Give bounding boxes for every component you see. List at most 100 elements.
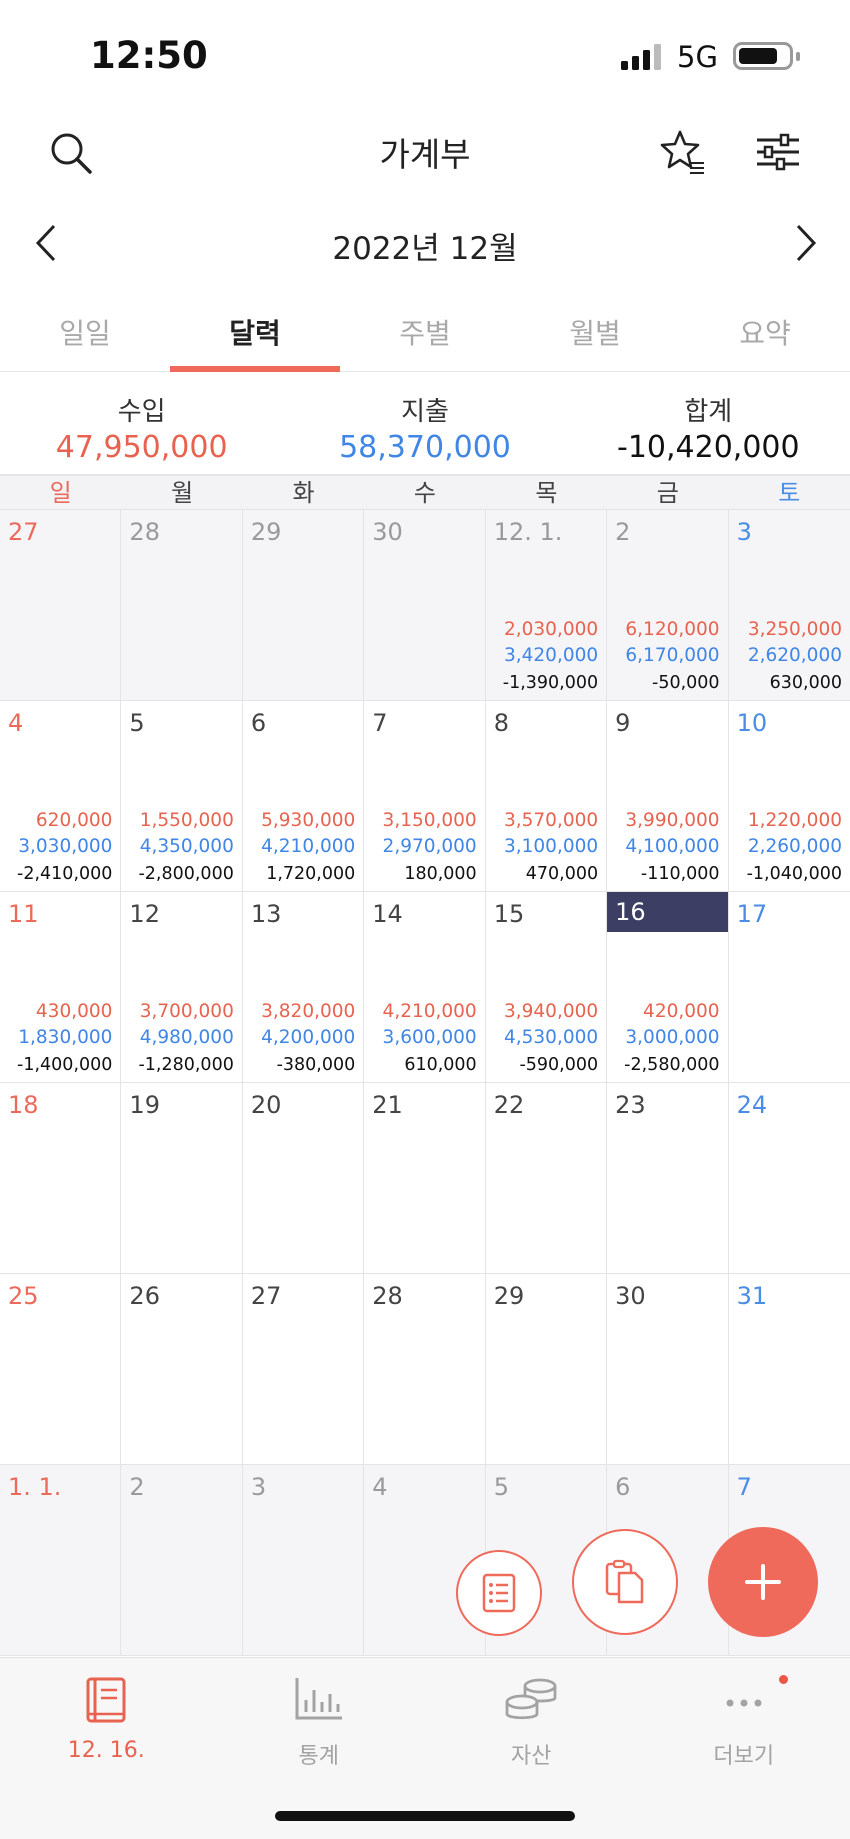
calendar-day[interactable]: 25	[0, 1274, 122, 1465]
calendar-day[interactable]: 14 4,210,000 3,600,000 610,000	[364, 892, 486, 1083]
day-total: -1,400,000	[17, 1054, 113, 1075]
day-total: -2,410,000	[17, 863, 113, 884]
day-amounts: 620,000 3,030,000 -2,410,000	[17, 808, 112, 888]
calendar-day[interactable]: 30	[607, 1274, 729, 1465]
day-number: 27	[8, 518, 39, 546]
calendar-day[interactable]: 5 1,550,000 4,350,000 -2,800,000	[121, 701, 243, 892]
calendar-day[interactable]: 26	[121, 1274, 243, 1465]
nav-more[interactable]: 더보기	[638, 1658, 850, 1839]
next-month-button[interactable]	[786, 221, 826, 265]
calendar-day[interactable]: 20	[242, 1083, 365, 1274]
calendar-day[interactable]: 11 430,000 1,830,000 -1,400,000	[0, 892, 122, 1083]
day-income: 3,570,000	[503, 809, 599, 831]
day-amounts: 3,820,000 4,200,000 -380,000	[261, 999, 355, 1079]
calendar-day[interactable]: 10 1,220,000 2,260,000 -1,040,000	[728, 701, 850, 892]
day-number: 30	[615, 1282, 646, 1310]
day-expense: 4,210,000	[261, 836, 356, 857]
day-number: 19	[129, 1091, 160, 1119]
calendar-day[interactable]: 13 3,820,000 4,200,000 -380,000	[242, 892, 365, 1083]
coins-icon	[505, 1678, 557, 1720]
calendar-day[interactable]: 22	[485, 1083, 608, 1274]
more-dots-icon	[726, 1699, 762, 1707]
nav-assets-label: 자산	[511, 1744, 552, 1769]
calendar-day[interactable]: 28	[364, 1274, 486, 1465]
day-expense: 4,350,000	[139, 836, 234, 857]
day-expense: 4,530,000	[503, 1027, 599, 1048]
day-expense: 3,100,000	[503, 836, 599, 857]
day-amounts: 3,570,000 3,100,000 470,000	[504, 808, 598, 888]
day-income: 3,820,000	[261, 1000, 356, 1022]
nav-ledger[interactable]: 12. 16.	[0, 1658, 213, 1839]
calendar-day[interactable]: 24	[728, 1083, 850, 1274]
day-amounts: 2,030,000 3,420,000 -1,390,000	[503, 617, 598, 697]
filter-settings-button[interactable]	[752, 126, 804, 178]
calendar-day[interactable]: 23	[607, 1083, 729, 1274]
day-number: 6	[615, 1473, 631, 1501]
calendar-day[interactable]: 19	[121, 1083, 243, 1274]
day-number: 4	[8, 709, 24, 737]
tab-daily[interactable]: 일일	[0, 290, 170, 371]
calendar-day[interactable]: 8 3,570,000 3,100,000 470,000	[485, 701, 608, 892]
day-expense: 4,200,000	[261, 1027, 356, 1048]
calendar-day[interactable]: 9 3,990,000 4,100,000 -110,000	[607, 701, 729, 892]
day-income: 3,940,000	[503, 1000, 599, 1022]
calendar-day[interactable]: 2	[121, 1465, 243, 1656]
favorites-button[interactable]	[658, 126, 710, 178]
day-number: 3	[250, 1473, 267, 1501]
copy-button[interactable]	[572, 1529, 678, 1635]
calendar-day[interactable]: 12. 1. 2,030,000 3,420,000 -1,390,000	[485, 510, 608, 701]
clipboard-copy-icon	[605, 1559, 644, 1604]
calendar-day[interactable]: 6 5,930,000 4,210,000 1,720,000	[242, 701, 365, 892]
calendar-day[interactable]: 30	[364, 510, 486, 701]
page-title: 가계부	[379, 135, 471, 174]
calendar-day[interactable]: 29	[485, 1274, 608, 1465]
day-number: 20	[250, 1091, 282, 1119]
day-number: 17	[736, 900, 768, 928]
day-total: -1,040,000	[746, 863, 842, 884]
day-amounts: 420,000 3,000,000 -2,580,000	[624, 999, 719, 1079]
calendar-day[interactable]: 2 6,120,000 6,170,000 -50,000	[607, 510, 729, 701]
day-expense: 3,600,000	[382, 1027, 477, 1048]
day-number: 12	[129, 900, 160, 928]
calendar-day[interactable]: 12 3,700,000 4,980,000 -1,280,000	[121, 892, 243, 1083]
tab-summary[interactable]: 요약	[680, 290, 850, 371]
signal-icon	[621, 44, 661, 70]
status-time: 12:50	[90, 34, 208, 77]
calendar-day[interactable]: 27	[242, 1274, 365, 1465]
day-amounts: 4,210,000 3,600,000 610,000	[383, 999, 477, 1079]
calendar-day[interactable]: 18	[0, 1083, 122, 1274]
calendar-day[interactable]: 3 3,250,000 2,620,000 630,000	[728, 510, 850, 701]
calendar-day[interactable]: 1. 1.	[0, 1465, 122, 1656]
calendar-day[interactable]: 4	[364, 1465, 486, 1656]
day-total: 180,000	[404, 863, 477, 884]
tab-weekly[interactable]: 주별	[340, 290, 510, 371]
calendar-grid: 27 28 29 30 12. 1. 2,030,000 3,420,000 -1,390,0…	[0, 510, 850, 1656]
day-number: 21	[372, 1091, 403, 1119]
day-total: -110,000	[640, 863, 720, 884]
day-expense: 2,970,000	[382, 836, 477, 857]
weekday-wed: 수	[413, 479, 437, 507]
calendar-day[interactable]: 21	[364, 1083, 486, 1274]
calendar-day[interactable]: 31	[728, 1274, 850, 1465]
checklist-icon	[482, 1573, 516, 1613]
calendar-day[interactable]: 28	[121, 510, 243, 701]
calendar-day[interactable]: 7 3,150,000 2,970,000 180,000	[364, 701, 486, 892]
calendar-day[interactable]: 29	[242, 510, 365, 701]
day-amounts: 3,990,000 4,100,000 -110,000	[625, 808, 719, 888]
calendar-day[interactable]: 3	[242, 1465, 365, 1656]
day-number: 12. 1.	[493, 518, 563, 546]
add-transaction-button[interactable]	[708, 1527, 818, 1637]
day-number: 7	[736, 1473, 752, 1501]
tab-calendar[interactable]: 달력	[170, 290, 340, 372]
day-number: 3	[736, 518, 752, 546]
day-number: 1. 1.	[8, 1473, 62, 1501]
calendar-day[interactable]: 4 620,000 3,030,000 -2,410,000	[0, 701, 122, 892]
calendar-day[interactable]: 17	[728, 892, 850, 1083]
calendar-day[interactable]: 15 3,940,000 4,530,000 -590,000	[485, 892, 608, 1083]
list-view-button[interactable]	[456, 1550, 542, 1636]
day-income: 430,000	[35, 1000, 113, 1022]
day-expense: 3,420,000	[503, 645, 599, 666]
calendar-day-today[interactable]: 16 420,000 3,000,000 -2,580,000	[607, 892, 729, 1083]
calendar-day[interactable]: 27	[0, 510, 122, 701]
tab-monthly[interactable]: 월별	[510, 290, 680, 371]
